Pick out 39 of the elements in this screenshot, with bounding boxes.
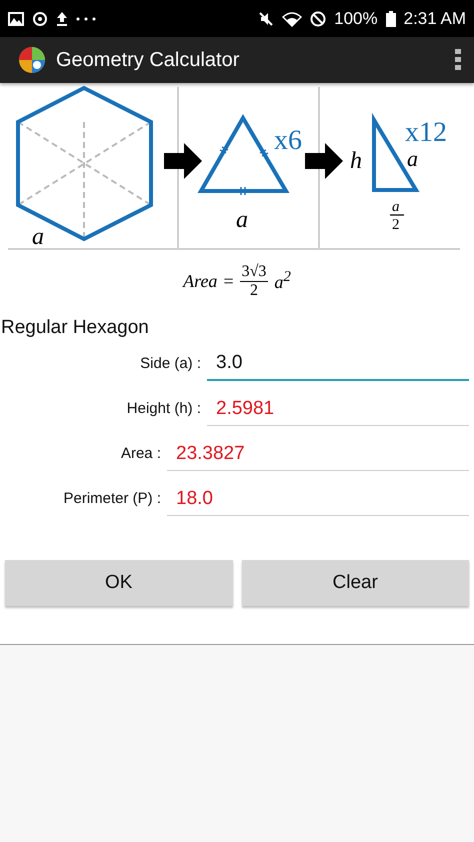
formula-term: a$^{2}$ bbox=[274, 269, 291, 293]
clock-time: 2:31 AM bbox=[404, 8, 466, 28]
arrow-icon bbox=[164, 143, 202, 179]
battery-icon bbox=[386, 10, 396, 26]
app-title: Geometry Calculator bbox=[56, 48, 240, 72]
wifi-icon bbox=[282, 10, 302, 26]
field-label: Perimeter (P) : bbox=[62, 490, 162, 509]
result-field[interactable]: 23.3827 bbox=[167, 437, 469, 471]
overflow-menu-icon[interactable] bbox=[454, 48, 462, 72]
result-field[interactable]: 18.0 bbox=[167, 482, 469, 516]
fraction-numerator: 3√3 bbox=[240, 262, 268, 282]
formula-term: Area bbox=[183, 270, 218, 292]
side-label: a bbox=[32, 224, 44, 250]
arrow-icon bbox=[305, 143, 343, 179]
upload-icon bbox=[56, 11, 68, 26]
sync-icon bbox=[32, 10, 48, 26]
image-icon bbox=[8, 12, 24, 26]
triangle-count-label: x6 bbox=[274, 125, 302, 156]
field-label: Height (h) : bbox=[126, 400, 202, 419]
fraction-denominator: 2 bbox=[250, 282, 258, 300]
mute-icon bbox=[258, 10, 274, 26]
fraction-numerator: a bbox=[392, 199, 400, 215]
app-logo-icon bbox=[18, 46, 46, 74]
triangle-count-label: x12 bbox=[405, 117, 447, 148]
field-label: Area : bbox=[120, 445, 162, 464]
fraction-denominator: 2 bbox=[392, 217, 400, 233]
input-field[interactable]: 3.0 bbox=[207, 347, 469, 381]
more-notifications-icon bbox=[76, 16, 96, 20]
height-label: h bbox=[350, 148, 362, 174]
blocked-icon bbox=[310, 10, 326, 26]
ok-button[interactable]: OK bbox=[5, 560, 232, 606]
field-label: Side (a) : bbox=[139, 355, 202, 374]
equals-sign: = bbox=[223, 270, 234, 292]
result-field[interactable]: 2.5981 bbox=[207, 392, 469, 426]
hypotenuse-label: a bbox=[407, 146, 418, 171]
clear-button[interactable]: Clear bbox=[242, 560, 469, 606]
battery-percent: 100% bbox=[334, 8, 378, 28]
side-label: a bbox=[236, 207, 248, 233]
shape-title: Regular Hexagon bbox=[1, 317, 150, 339]
